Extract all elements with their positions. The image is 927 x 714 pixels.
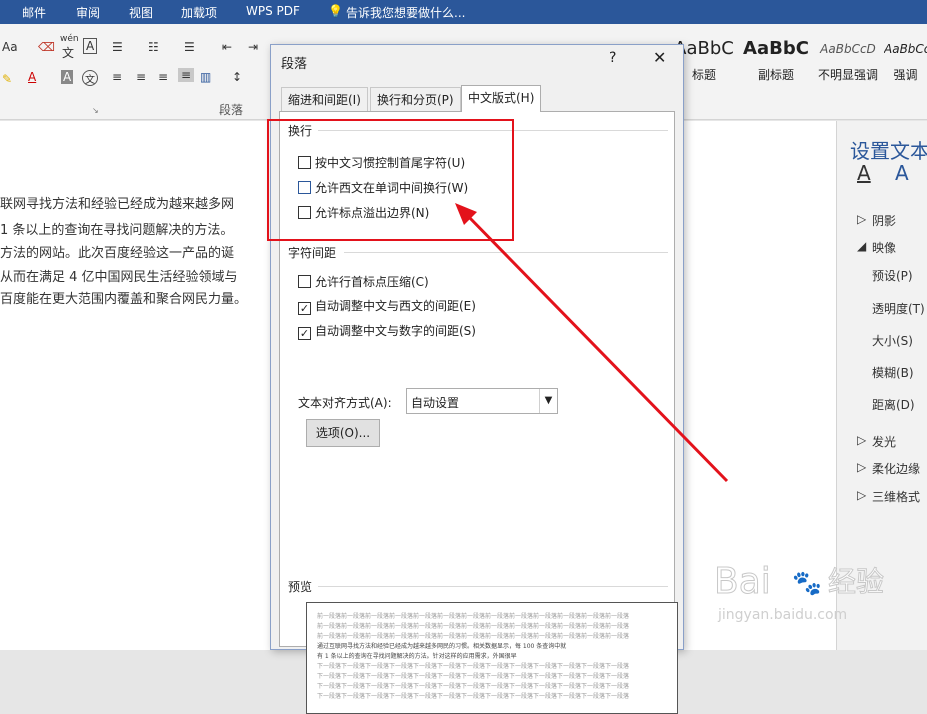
preview-text-line: 有 1 条以上的查询在寻找问题解决的方法。针对这样的应用需求，外国很早 xyxy=(317,653,517,660)
baidu-watermark: Bai 🐾 经验 jingyan.baidu.com xyxy=(706,545,906,645)
preview-next-line: 下一段落下一段落下一段落下一段落下一段落下一段落下一段落下一段落下一段落下一段落… xyxy=(317,683,630,690)
watermark-url: jingyan.baidu.com xyxy=(718,607,848,623)
paw-icon: 🐾 xyxy=(792,569,822,597)
arrow-shaft xyxy=(464,212,729,483)
preview-next-line: 下一段落下一段落下一段落下一段落下一段落下一段落下一段落下一段落下一段落下一段落… xyxy=(317,693,630,700)
baidu-logo: Bai 🐾 经验 xyxy=(714,561,885,603)
preview-next-line: 下一段落下一段落下一段落下一段落下一段落下一段落下一段落下一段落下一段落下一段落… xyxy=(317,663,630,670)
preview-next-line: 下一段落下一段落下一段落下一段落下一段落下一段落下一段落下一段落下一段落下一段落… xyxy=(317,673,630,680)
watermark-jingyan: 经验 xyxy=(828,565,884,598)
watermark-brand: Bai xyxy=(714,561,771,602)
